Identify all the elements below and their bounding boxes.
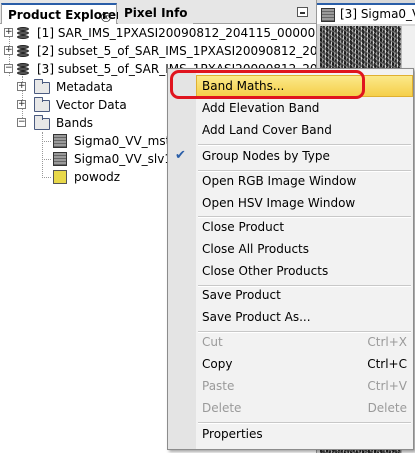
bands-label: Bands [56, 116, 94, 130]
menu-item-label: Cut [202, 335, 223, 349]
menu-item-band-maths[interactable]: Band Maths... [196, 75, 413, 97]
collapse-icon[interactable]: − [4, 64, 13, 73]
minimize-window-icon[interactable] [297, 7, 308, 17]
menu-item-label: Close All Products [202, 242, 310, 256]
tree-node-band-sigma0-mst[interactable]: Sigma0_VV_mst_12 [0, 132, 192, 150]
raster-band-icon [53, 134, 67, 148]
menu-item-open-rgb-image-window[interactable]: Open RGB Image Window [196, 170, 413, 192]
menu-item-label: Group Nodes by Type [202, 149, 330, 163]
metadata-label: Metadata [56, 80, 113, 94]
product-database-icon [16, 44, 30, 58]
vector-data-label: Vector Data [56, 98, 127, 112]
menu-item-add-elevation-band[interactable]: Add Elevation Band [196, 97, 413, 119]
menu-item-save-product-as[interactable]: Save Product As... [196, 306, 413, 328]
menu-item-add-land-cover-band[interactable]: Add Land Cover Band [196, 119, 413, 141]
virtual-band-icon [53, 170, 67, 184]
menu-item-label: Open RGB Image Window [202, 174, 357, 188]
menu-item-label: Open HSV Image Window [202, 196, 356, 210]
menu-item-shortcut: Ctrl+V [367, 379, 407, 393]
expand-icon[interactable]: + [4, 28, 13, 37]
expand-icon[interactable]: + [4, 46, 13, 55]
menu-item-label: Properties [202, 427, 263, 441]
menu-item-label: Paste [202, 379, 235, 393]
expand-icon[interactable]: + [17, 82, 26, 91]
collapse-icon[interactable]: − [17, 118, 26, 127]
product-database-icon [16, 26, 30, 40]
open-folder-icon [34, 115, 50, 130]
tree-node-product-1[interactable]: + [1] SAR_IMS_1PXASI20090812_204115_0000… [0, 24, 369, 42]
image-view-tab-label: [3] Sigma0_VV_m [340, 7, 415, 21]
raster-band-icon [53, 152, 67, 166]
menu-item-delete[interactable]: Delete Delete [196, 397, 413, 419]
menu-item-cut[interactable]: Cut Ctrl+X [196, 331, 413, 353]
menu-item-close-all-products[interactable]: Close All Products [196, 238, 413, 260]
menu-item-shortcut: Ctrl+C [367, 357, 407, 371]
checkmark-icon: ✔ [175, 148, 186, 163]
band-3-label: powodz [74, 170, 121, 184]
close-tab-icon[interactable]: ⓧ [101, 9, 111, 24]
menu-item-label: Copy [202, 357, 233, 371]
menu-item-label: Close Product [202, 220, 285, 234]
raster-band-icon [321, 8, 335, 22]
menu-item-close-product[interactable]: Close Product [196, 216, 413, 238]
menu-item-label: Band Maths... [202, 79, 285, 93]
expand-icon[interactable]: + [17, 100, 26, 109]
menu-item-label: Add Land Cover Band [202, 123, 332, 137]
menu-item-group-nodes-by-type[interactable]: Group Nodes by Type [196, 145, 413, 167]
tree-node-vector-data[interactable]: + Vector Data [0, 96, 170, 114]
menu-item-label: Close Other Products [202, 264, 329, 278]
tree-node-metadata[interactable]: + Metadata [0, 78, 170, 96]
tree-node-band-powodz[interactable]: powodz [0, 168, 170, 186]
menu-item-properties[interactable]: Properties [196, 423, 413, 445]
tree-node-product-2[interactable]: + [2] subset_5_of_SAR_IMS_1PXASI20090812… [0, 42, 369, 60]
menu-item-label: Save Product [202, 288, 281, 302]
menu-item-shortcut: Delete [367, 401, 407, 415]
tab-image-view[interactable]: [3] Sigma0_VV_m [317, 3, 415, 24]
product-database-icon [16, 62, 30, 76]
menu-item-save-product[interactable]: Save Product [196, 284, 413, 306]
menu-icon-strip [168, 69, 196, 449]
folder-icon [34, 79, 50, 94]
menu-item-paste[interactable]: Paste Ctrl+V [196, 375, 413, 397]
tab-pixel-info-label: Pixel Info [124, 6, 188, 20]
menu-item-close-other-products[interactable]: Close Other Products [196, 260, 413, 282]
menu-item-shortcut: Ctrl+X [367, 335, 407, 349]
tab-pixel-info[interactable]: Pixel Info [118, 3, 193, 24]
menu-item-label: Add Elevation Band [202, 101, 320, 115]
menu-item-label: Delete [202, 401, 242, 415]
tree-node-bands[interactable]: − Bands [0, 114, 170, 132]
panel-tab-bar: Product Explorer ⓧ Pixel Info [0, 0, 316, 24]
tab-product-explorer[interactable]: Product Explorer ⓧ [1, 3, 122, 24]
menu-item-copy[interactable]: Copy Ctrl+C [196, 353, 413, 375]
menu-item-label: Save Product As... [202, 310, 311, 324]
menu-item-open-hsv-image-window[interactable]: Open HSV Image Window [196, 192, 413, 214]
context-menu: Band Maths... Add Elevation Band Add Lan… [167, 68, 414, 450]
tree-node-band-sigma0-slv[interactable]: Sigma0_VV_slv1_19 [0, 150, 193, 168]
folder-icon [34, 97, 50, 112]
